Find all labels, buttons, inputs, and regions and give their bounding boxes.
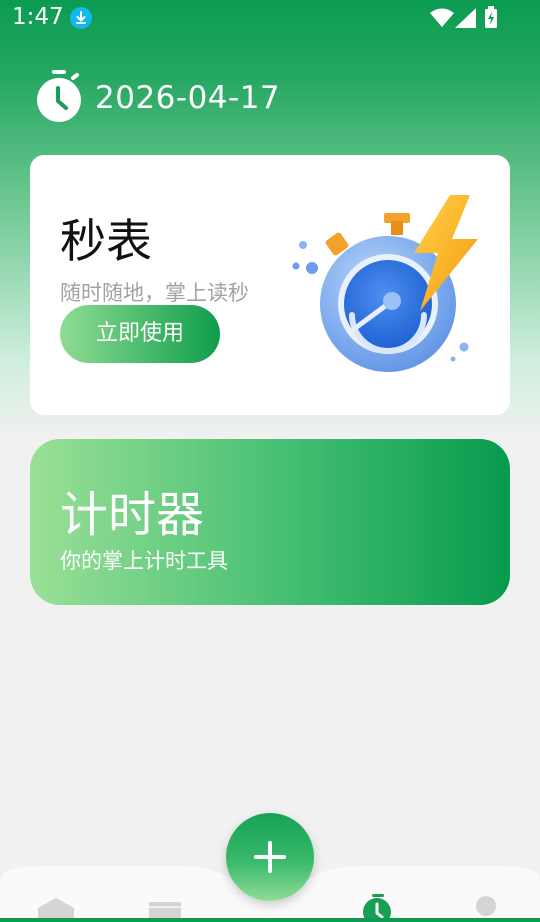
wifi-icon bbox=[430, 8, 454, 32]
stopwatch-icon bbox=[363, 894, 391, 922]
calendar-icon bbox=[149, 902, 181, 920]
nav-profile[interactable] bbox=[466, 895, 506, 918]
stopwatch-subtitle: 随时随地，掌上读秒 bbox=[60, 281, 249, 305]
timer-title: 计时器 bbox=[60, 487, 205, 543]
add-button[interactable] bbox=[226, 813, 314, 901]
nav-home[interactable] bbox=[36, 896, 76, 918]
battery-icon bbox=[484, 6, 498, 32]
status-time: 1:47 bbox=[12, 4, 64, 30]
nav-calendar[interactable] bbox=[145, 898, 185, 920]
date-label: 2026-04-17 bbox=[95, 80, 281, 116]
download-icon bbox=[70, 7, 92, 29]
status-bar: 1:47 bbox=[0, 0, 540, 38]
timer-subtitle: 你的掌上计时工具 bbox=[60, 549, 228, 573]
stopwatch-title: 秒表 bbox=[60, 214, 152, 268]
plus-icon bbox=[254, 841, 286, 873]
signal-icon bbox=[455, 8, 476, 32]
home-icon bbox=[38, 898, 74, 918]
stopwatch-card[interactable]: 秒表 随时随地，掌上读秒 立即使用 bbox=[30, 155, 510, 415]
nav-stopwatch[interactable] bbox=[358, 894, 398, 922]
stopwatch-icon bbox=[35, 70, 83, 124]
stopwatch-illustration bbox=[292, 195, 478, 372]
profile-icon bbox=[476, 896, 496, 916]
use-now-button[interactable]: 立即使用 bbox=[60, 305, 220, 363]
timer-card[interactable]: 计时器 你的掌上计时工具 bbox=[30, 439, 510, 605]
